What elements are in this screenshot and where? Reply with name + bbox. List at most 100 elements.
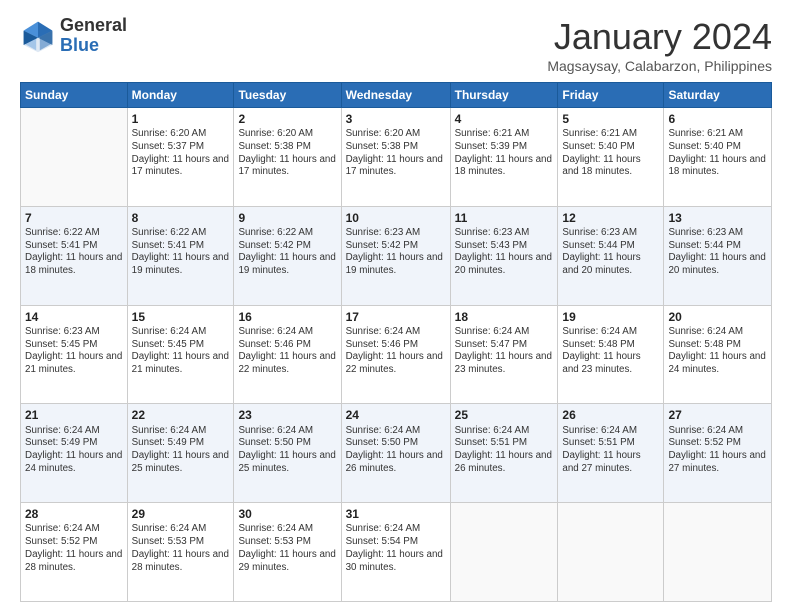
day-info: Sunrise: 6:24 AMSunset: 5:49 PMDaylight:… [25, 425, 123, 476]
calendar-cell: 2Sunrise: 6:20 AMSunset: 5:38 PMDaylight… [234, 108, 341, 207]
day-number: 10 [346, 210, 446, 226]
calendar-cell: 12Sunrise: 6:23 AMSunset: 5:44 PMDayligh… [558, 206, 664, 305]
day-info: Sunrise: 6:24 AMSunset: 5:48 PMDaylight:… [668, 326, 767, 377]
day-number: 23 [238, 407, 336, 423]
calendar-cell: 29Sunrise: 6:24 AMSunset: 5:53 PMDayligh… [127, 503, 234, 602]
location-title: Magsaysay, Calabarzon, Philippines [547, 58, 772, 74]
day-number: 8 [132, 210, 230, 226]
day-info: Sunrise: 6:24 AMSunset: 5:51 PMDaylight:… [562, 425, 659, 476]
day-number: 13 [668, 210, 767, 226]
calendar-cell: 3Sunrise: 6:20 AMSunset: 5:38 PMDaylight… [341, 108, 450, 207]
calendar-cell: 7Sunrise: 6:22 AMSunset: 5:41 PMDaylight… [21, 206, 128, 305]
calendar-cell [664, 503, 772, 602]
logo-text: General Blue [60, 16, 127, 56]
calendar-cell [558, 503, 664, 602]
day-number: 1 [132, 111, 230, 127]
day-number: 3 [346, 111, 446, 127]
calendar-cell: 22 Sunrise: 6:24 AMSunset: 5:49 PMDayligh… [127, 404, 234, 503]
day-info: Sunrise: 6:22 AMSunset: 5:41 PMDaylight:… [25, 227, 123, 278]
calendar-week-row: 28Sunrise: 6:24 AMSunset: 5:52 PMDayligh… [21, 503, 772, 602]
calendar-cell: 24 Sunrise: 6:24 AMSunset: 5:50 PMDayligh… [341, 404, 450, 503]
calendar-cell: 20Sunrise: 6:24 AMSunset: 5:48 PMDayligh… [664, 305, 772, 404]
calendar-week-row: 7Sunrise: 6:22 AMSunset: 5:41 PMDaylight… [21, 206, 772, 305]
day-info: Sunrise: 6:21 AMSunset: 5:39 PMDaylight:… [455, 128, 554, 179]
calendar-header-row: Sunday Monday Tuesday Wednesday Thursday… [21, 83, 772, 108]
calendar-cell: 25 Sunrise: 6:24 AMSunset: 5:51 PMDayligh… [450, 404, 558, 503]
day-number: 27 [668, 407, 767, 423]
day-number: 14 [25, 309, 123, 325]
day-info: Sunrise: 6:24 AMSunset: 5:47 PMDaylight:… [455, 326, 554, 377]
day-number: 22 [132, 407, 230, 423]
day-number: 12 [562, 210, 659, 226]
day-info: Sunrise: 6:21 AMSunset: 5:40 PMDaylight:… [668, 128, 767, 179]
day-number: 28 [25, 506, 123, 522]
day-info: Sunrise: 6:24 AMSunset: 5:45 PMDaylight:… [132, 326, 230, 377]
day-number: 21 [25, 407, 123, 423]
day-info: Sunrise: 6:23 AMSunset: 5:44 PMDaylight:… [562, 227, 659, 278]
day-number: 7 [25, 210, 123, 226]
calendar-cell [21, 108, 128, 207]
page: General Blue January 2024 Magsaysay, Cal… [0, 0, 792, 612]
day-info: Sunrise: 6:23 AMSunset: 5:42 PMDaylight:… [346, 227, 446, 278]
calendar-cell: 11Sunrise: 6:23 AMSunset: 5:43 PMDayligh… [450, 206, 558, 305]
header-thursday: Thursday [450, 83, 558, 108]
day-info: Sunrise: 6:23 AMSunset: 5:45 PMDaylight:… [25, 326, 123, 377]
header-tuesday: Tuesday [234, 83, 341, 108]
calendar: Sunday Monday Tuesday Wednesday Thursday… [20, 82, 772, 602]
day-info: Sunrise: 6:24 AMSunset: 5:49 PMDaylight:… [132, 425, 230, 476]
day-number: 2 [238, 111, 336, 127]
day-number: 25 [455, 407, 554, 423]
calendar-cell: 14Sunrise: 6:23 AMSunset: 5:45 PMDayligh… [21, 305, 128, 404]
calendar-cell: 13Sunrise: 6:23 AMSunset: 5:44 PMDayligh… [664, 206, 772, 305]
calendar-week-row: 21 Sunrise: 6:24 AMSunset: 5:49 PMDayligh… [21, 404, 772, 503]
header-wednesday: Wednesday [341, 83, 450, 108]
calendar-cell: 28Sunrise: 6:24 AMSunset: 5:52 PMDayligh… [21, 503, 128, 602]
calendar-cell: 26 Sunrise: 6:24 AMSunset: 5:51 PMDayligh… [558, 404, 664, 503]
calendar-week-row: 1Sunrise: 6:20 AMSunset: 5:37 PMDaylight… [21, 108, 772, 207]
day-info: Sunrise: 6:24 AMSunset: 5:46 PMDaylight:… [346, 326, 446, 377]
logo: General Blue [20, 16, 127, 56]
calendar-cell: 27 Sunrise: 6:24 AMSunset: 5:52 PMDayligh… [664, 404, 772, 503]
day-number: 31 [346, 506, 446, 522]
day-info: Sunrise: 6:24 AMSunset: 5:53 PMDaylight:… [238, 523, 336, 574]
day-info: Sunrise: 6:24 AMSunset: 5:53 PMDaylight:… [132, 523, 230, 574]
day-info: Sunrise: 6:23 AMSunset: 5:43 PMDaylight:… [455, 227, 554, 278]
day-number: 15 [132, 309, 230, 325]
day-info: Sunrise: 6:22 AMSunset: 5:42 PMDaylight:… [238, 227, 336, 278]
day-number: 9 [238, 210, 336, 226]
calendar-cell: 31Sunrise: 6:24 AMSunset: 5:54 PMDayligh… [341, 503, 450, 602]
day-number: 18 [455, 309, 554, 325]
calendar-cell: 10Sunrise: 6:23 AMSunset: 5:42 PMDayligh… [341, 206, 450, 305]
logo-blue: Blue [60, 36, 127, 56]
day-number: 5 [562, 111, 659, 127]
day-info: Sunrise: 6:24 AMSunset: 5:50 PMDaylight:… [346, 425, 446, 476]
day-info: Sunrise: 6:24 AMSunset: 5:51 PMDaylight:… [455, 425, 554, 476]
day-number: 24 [346, 407, 446, 423]
day-number: 30 [238, 506, 336, 522]
day-info: Sunrise: 6:24 AMSunset: 5:46 PMDaylight:… [238, 326, 336, 377]
day-number: 4 [455, 111, 554, 127]
day-info: Sunrise: 6:20 AMSunset: 5:38 PMDaylight:… [346, 128, 446, 179]
calendar-cell [450, 503, 558, 602]
calendar-cell: 8Sunrise: 6:22 AMSunset: 5:41 PMDaylight… [127, 206, 234, 305]
header-monday: Monday [127, 83, 234, 108]
day-info: Sunrise: 6:22 AMSunset: 5:41 PMDaylight:… [132, 227, 230, 278]
header: General Blue January 2024 Magsaysay, Cal… [20, 16, 772, 74]
day-info: Sunrise: 6:24 AMSunset: 5:50 PMDaylight:… [238, 425, 336, 476]
calendar-cell: 19Sunrise: 6:24 AMSunset: 5:48 PMDayligh… [558, 305, 664, 404]
calendar-cell: 5Sunrise: 6:21 AMSunset: 5:40 PMDaylight… [558, 108, 664, 207]
day-info: Sunrise: 6:24 AMSunset: 5:52 PMDaylight:… [25, 523, 123, 574]
calendar-cell: 30Sunrise: 6:24 AMSunset: 5:53 PMDayligh… [234, 503, 341, 602]
day-info: Sunrise: 6:24 AMSunset: 5:52 PMDaylight:… [668, 425, 767, 476]
calendar-cell: 9Sunrise: 6:22 AMSunset: 5:42 PMDaylight… [234, 206, 341, 305]
day-number: 26 [562, 407, 659, 423]
day-number: 29 [132, 506, 230, 522]
logo-icon [20, 18, 56, 54]
calendar-cell: 23 Sunrise: 6:24 AMSunset: 5:50 PMDayligh… [234, 404, 341, 503]
calendar-cell: 15Sunrise: 6:24 AMSunset: 5:45 PMDayligh… [127, 305, 234, 404]
header-friday: Friday [558, 83, 664, 108]
calendar-cell: 1Sunrise: 6:20 AMSunset: 5:37 PMDaylight… [127, 108, 234, 207]
calendar-week-row: 14Sunrise: 6:23 AMSunset: 5:45 PMDayligh… [21, 305, 772, 404]
day-number: 17 [346, 309, 446, 325]
calendar-cell: 16Sunrise: 6:24 AMSunset: 5:46 PMDayligh… [234, 305, 341, 404]
